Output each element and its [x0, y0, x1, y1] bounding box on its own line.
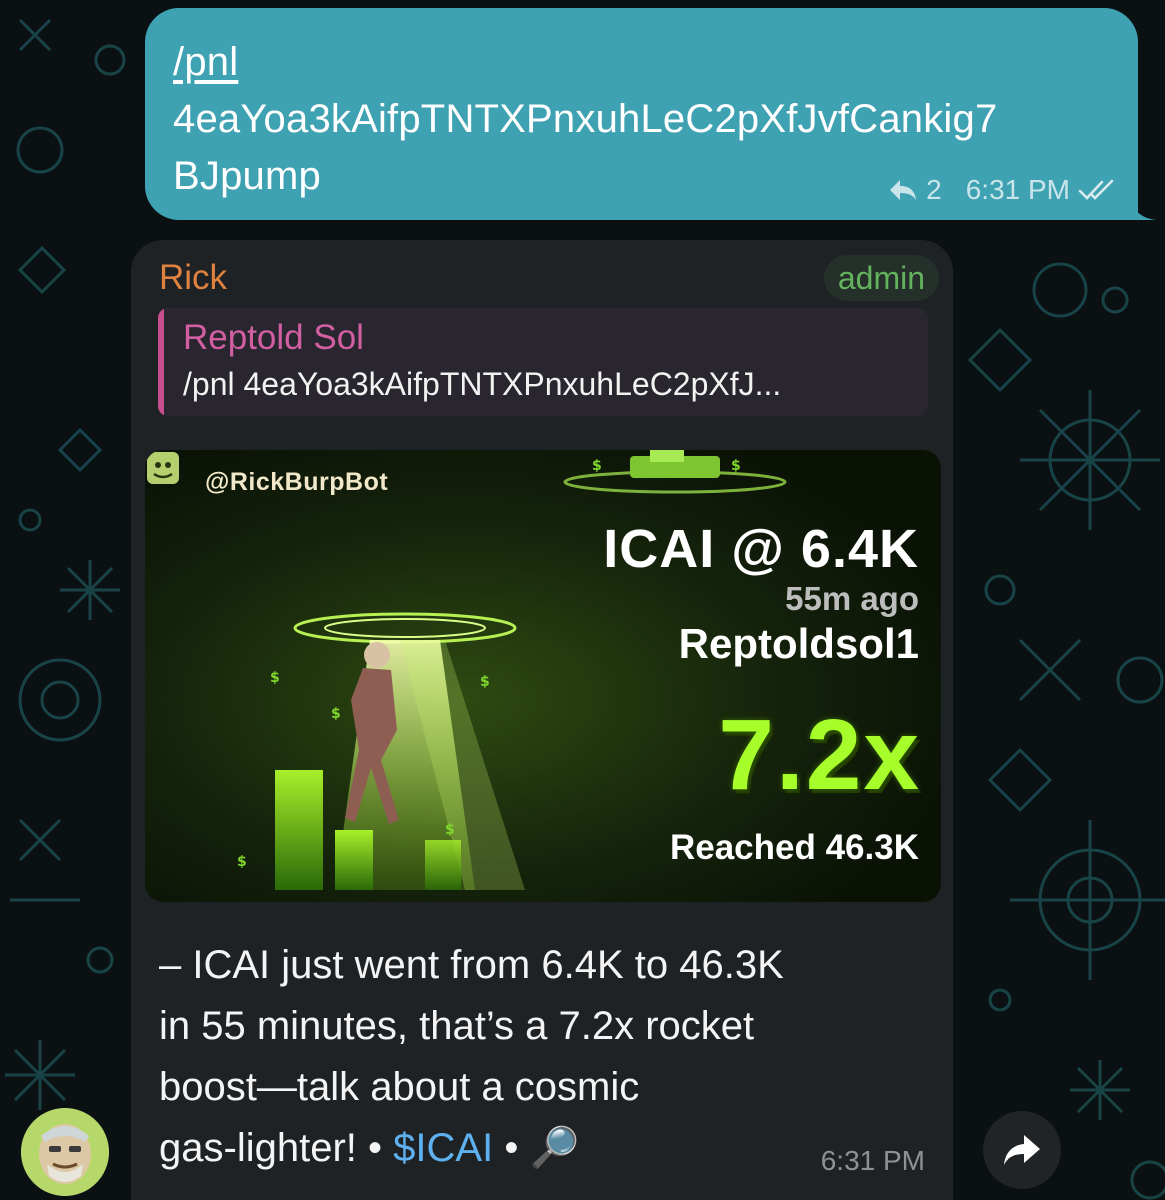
reply-quote[interactable]: Reptold Sol /pnl 4eaYoa3kAifpTNTXPnxuhLe… [158, 308, 928, 416]
outgoing-address-line-1: 4eaYoa3kAifpTNTXPnxuhLeC2pXfJvfCankig7 [173, 97, 998, 141]
message-line-1: – ICAI just went from 6.4K to 46.3K [159, 943, 784, 987]
incoming-message[interactable]: Rick admin Reptold Sol /pnl 4eaYoa3kAifp… [131, 240, 953, 1200]
avatar-face-icon [21, 1108, 109, 1196]
reply-quote-text: /pnl 4eaYoa3kAifpTNTXPnxuhLeC2pXfJ... [183, 366, 782, 402]
pnl-username: Reptoldsol1 [678, 620, 919, 667]
pnl-reached: Reached 46.3K [669, 828, 919, 867]
svg-text:$: $ [592, 458, 602, 474]
pnl-time-ago: 55m ago [785, 580, 919, 617]
forward-arrow-icon [1004, 1135, 1040, 1165]
svg-text:$: $ [270, 670, 280, 686]
separator-dot: • [368, 1126, 383, 1170]
command-link[interactable]: /pnl [173, 40, 238, 84]
reply-count[interactable]: 2 [926, 174, 942, 206]
reply-arrow-icon[interactable] [888, 178, 918, 202]
pnl-multiplier: 7.2x [718, 699, 921, 811]
admin-badge: admin [823, 255, 939, 301]
bot-handle: @RickBurpBot [205, 468, 389, 496]
reply-quote-name: Reptold Sol [183, 318, 364, 357]
message-body: – ICAI just went from 6.4K to 46.3K in 5… [159, 935, 939, 1179]
incoming-time: 6:31 PM [820, 1145, 925, 1176]
pnl-card-image[interactable]: $ $ $ $ $ $ $ @RickBurpBot ICAI @ 6.4K 5… [145, 450, 941, 902]
pnl-ticker-entry: ICAI @ 6.4K [603, 519, 919, 579]
outgoing-meta: 2 6:31 PM [888, 174, 1116, 206]
outgoing-command-line: /pnl [173, 34, 1110, 91]
bubble-tail [1130, 194, 1156, 220]
cashtag-link[interactable]: $ICAI [393, 1126, 493, 1170]
separator-dot: • [504, 1126, 519, 1170]
magnifier-icon[interactable]: 🔎 [529, 1126, 579, 1170]
svg-text:$: $ [445, 822, 455, 838]
message-line-4-text: gas-lighter! [159, 1126, 357, 1170]
svg-text:$: $ [480, 674, 490, 690]
message-line-3: boost—talk about a cosmic [159, 1065, 640, 1109]
message-line-2: in 55 minutes, that’s a 7.2x rocket [159, 1004, 755, 1048]
outgoing-message[interactable]: /pnl 4eaYoa3kAifpTNTXPnxuhLeC2pXfJvfCank… [145, 8, 1156, 220]
bot-avatar-icon [147, 452, 179, 484]
reply-accent-bar [158, 308, 164, 416]
outgoing-time: 6:31 PM [965, 174, 1070, 205]
forward-button[interactable] [983, 1111, 1061, 1189]
avatar[interactable] [21, 1108, 109, 1196]
svg-text:$: $ [237, 854, 247, 870]
svg-text:$: $ [731, 458, 741, 474]
sender-name[interactable]: Rick [159, 258, 227, 298]
svg-text:$: $ [331, 706, 341, 722]
double-check-icon [1078, 178, 1116, 202]
